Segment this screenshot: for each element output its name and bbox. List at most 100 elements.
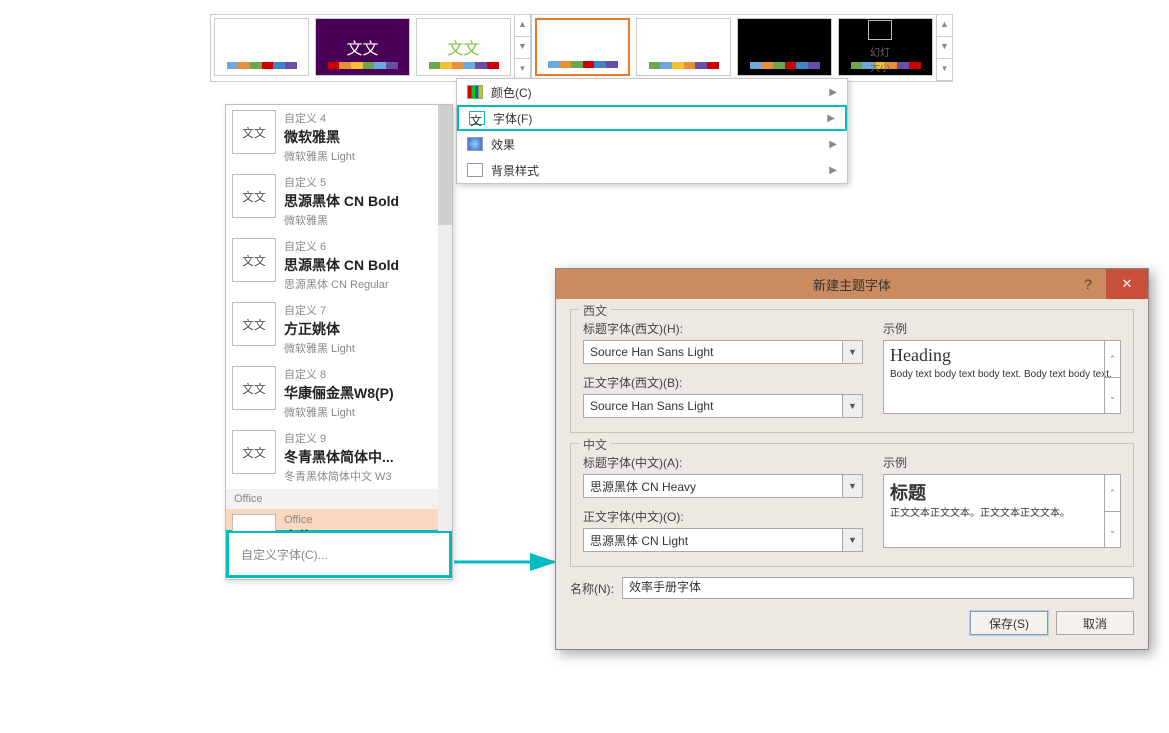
menu-fonts[interactable]: 文 字体(F) ▶ (457, 105, 847, 131)
cjk-group-legend: 中文 (579, 436, 611, 453)
font-theme-major: 思源黑体 CN Bold (284, 255, 446, 275)
font-theme-panel: 文文 自定义 4 微软雅黑 微软雅黑 Light 文文 自定义 5 思源黑体 C… (225, 104, 453, 580)
chevron-right-icon: ▶ (829, 165, 837, 176)
variant-thumb-1[interactable] (535, 18, 630, 76)
combo-heading-latin[interactable]: Source Han Sans Light ▼ (583, 340, 863, 364)
background-icon (467, 163, 483, 177)
chevron-down-icon[interactable]: ▼ (842, 529, 862, 551)
font-theme-major: 方正姚体 (284, 319, 446, 339)
font-theme-item[interactable]: 文文 自定义 9 冬青黑体简体中... 冬青黑体简体中文 W3 (226, 425, 452, 489)
variants-dropdown-menu: 颜色(C) ▶ 文 字体(F) ▶ 效果 ▶ 背景样式 ▶ (456, 78, 848, 184)
chevron-right-icon: ▶ (829, 87, 837, 98)
slide-size-button[interactable]: 幻灯 大小 (860, 16, 900, 72)
label-body-latin: 正文字体(西文)(B): (583, 374, 863, 391)
font-section-office: Office (226, 489, 452, 509)
sample-spinner[interactable]: ⌃⌄ (1104, 341, 1120, 413)
chevron-down-icon[interactable]: ▼ (842, 395, 862, 417)
menu-bgstyles-label: 背景样式 (491, 162, 829, 179)
font-theme-thumb: 文文 (232, 110, 276, 154)
theme-thumb-1[interactable] (214, 18, 309, 76)
annotation-arrow (454, 548, 564, 578)
combo-body-latin[interactable]: Source Han Sans Light ▼ (583, 394, 863, 418)
font-theme-minor: 微软雅黑 Light (284, 340, 446, 356)
font-theme-minor: 微软雅黑 Light (284, 404, 446, 420)
sample-latin-body: Body text body text body text. Body text… (890, 368, 1114, 381)
combo-heading-latin-value: Source Han Sans Light (584, 345, 842, 359)
close-icon: ✕ (1122, 276, 1133, 292)
dialog-buttons: 保存(S) 取消 (570, 611, 1134, 635)
save-button[interactable]: 保存(S) (970, 611, 1048, 635)
sample-latin: Heading Body text body text body text. B… (883, 340, 1121, 414)
colors-icon (467, 85, 483, 99)
menu-effects-label: 效果 (491, 136, 829, 153)
label-sample-latin: 示例 (883, 320, 1121, 337)
font-theme-list[interactable]: 文文 自定义 4 微软雅黑 微软雅黑 Light 文文 自定义 5 思源黑体 C… (226, 105, 452, 531)
sample-cjk: 标题 正文文本正文文本。正文文本正文文本。 ⌃⌄ (883, 474, 1121, 548)
combo-body-cjk[interactable]: 思源黑体 CN Light ▼ (583, 528, 863, 552)
chevron-right-icon: ▶ (829, 139, 837, 150)
font-theme-item[interactable]: 文文 自定义 8 华康俪金黑W8(P) 微软雅黑 Light (226, 361, 452, 425)
variant-thumb-2[interactable] (636, 18, 731, 76)
menu-fonts-label: 字体(F) (493, 110, 827, 127)
sample-latin-heading: Heading (890, 345, 1114, 366)
theme-thumb-label: 文文 (447, 35, 479, 59)
help-button[interactable]: ? (1070, 269, 1106, 299)
font-theme-thumb: 文文 (232, 366, 276, 410)
dialog-titlebar[interactable]: 新建主题字体 ? ✕ (556, 269, 1148, 299)
sample-cjk-heading: 标题 (890, 479, 1114, 505)
latin-group-legend: 西文 (579, 302, 611, 319)
font-theme-cat: 自定义 9 (284, 430, 446, 446)
label-heading-latin: 标题字体(西文)(H): (583, 320, 863, 337)
theme-thumb-2[interactable]: 文文 (315, 18, 410, 76)
font-theme-thumb: 文文 (232, 514, 276, 531)
chevron-right-icon: ▶ (827, 113, 835, 124)
font-panel-scrollbar[interactable] (438, 105, 452, 531)
help-icon: ? (1084, 276, 1092, 292)
close-button[interactable]: ✕ (1106, 269, 1148, 299)
font-theme-minor: 微软雅黑 Light (284, 148, 446, 164)
font-theme-item-office[interactable]: 文文 Office 宋体 宋体 (226, 509, 452, 531)
font-theme-cat: 自定义 5 (284, 174, 446, 190)
dialog-title: 新建主题字体 (813, 275, 891, 294)
font-theme-major: 华康俪金黑W8(P) (284, 383, 446, 403)
font-theme-item[interactable]: 文文 自定义 6 思源黑体 CN Bold 思源黑体 CN Regular (226, 233, 452, 297)
label-body-cjk: 正文字体(中文)(O): (583, 508, 863, 525)
slide-size-icon (868, 20, 892, 40)
sample-spinner[interactable]: ⌃⌄ (1104, 475, 1120, 547)
combo-body-cjk-value: 思源黑体 CN Light (584, 532, 842, 549)
font-theme-cat: 自定义 6 (284, 238, 446, 254)
label-heading-cjk: 标题字体(中文)(A): (583, 454, 863, 471)
menu-effects[interactable]: 效果 ▶ (457, 131, 847, 157)
customize-fonts-button[interactable]: 自定义字体(C)... (226, 530, 452, 578)
font-theme-thumb: 文文 (232, 430, 276, 474)
chevron-down-icon[interactable]: ▼ (842, 341, 862, 363)
name-row: 名称(N): 效率手册字体 (570, 577, 1134, 599)
cancel-button[interactable]: 取消 (1056, 611, 1134, 635)
new-theme-fonts-dialog: 新建主题字体 ? ✕ 西文 标题字体(西文)(H): Source Han Sa… (555, 268, 1149, 650)
themes-gallery: 文文 文文 ▲▼▾ (210, 14, 531, 82)
font-theme-major: 微软雅黑 (284, 127, 446, 147)
font-theme-minor: 冬青黑体简体中文 W3 (284, 468, 446, 484)
combo-body-latin-value: Source Han Sans Light (584, 399, 842, 413)
font-theme-item[interactable]: 文文 自定义 7 方正姚体 微软雅黑 Light (226, 297, 452, 361)
combo-heading-cjk[interactable]: 思源黑体 CN Heavy ▼ (583, 474, 863, 498)
font-theme-cat: Office (284, 514, 446, 526)
font-theme-item[interactable]: 文文 自定义 5 思源黑体 CN Bold 微软雅黑 (226, 169, 452, 233)
font-theme-thumb: 文文 (232, 238, 276, 282)
chevron-down-icon[interactable]: ▼ (842, 475, 862, 497)
name-input-value: 效率手册字体 (629, 580, 701, 594)
menu-bgstyles[interactable]: 背景样式 ▶ (457, 157, 847, 183)
theme-thumb-label: 文文 (346, 35, 378, 59)
font-theme-cat: 自定义 7 (284, 302, 446, 318)
name-input[interactable]: 效率手册字体 (622, 577, 1134, 599)
sample-cjk-body: 正文文本正文文本。正文文本正文文本。 (890, 507, 1114, 520)
font-theme-cat: 自定义 4 (284, 110, 446, 126)
variant-thumb-3[interactable] (737, 18, 832, 76)
menu-colors[interactable]: 颜色(C) ▶ (457, 79, 847, 105)
font-theme-item[interactable]: 文文 自定义 4 微软雅黑 微软雅黑 Light (226, 105, 452, 169)
variants-spinner[interactable]: ▲▼▾ (936, 15, 952, 81)
theme-thumb-3[interactable]: 文文 (416, 18, 511, 76)
fonts-icon: 文 (469, 111, 485, 125)
themes-spinner[interactable]: ▲▼▾ (514, 15, 530, 81)
font-theme-major: 宋体 (284, 527, 446, 531)
